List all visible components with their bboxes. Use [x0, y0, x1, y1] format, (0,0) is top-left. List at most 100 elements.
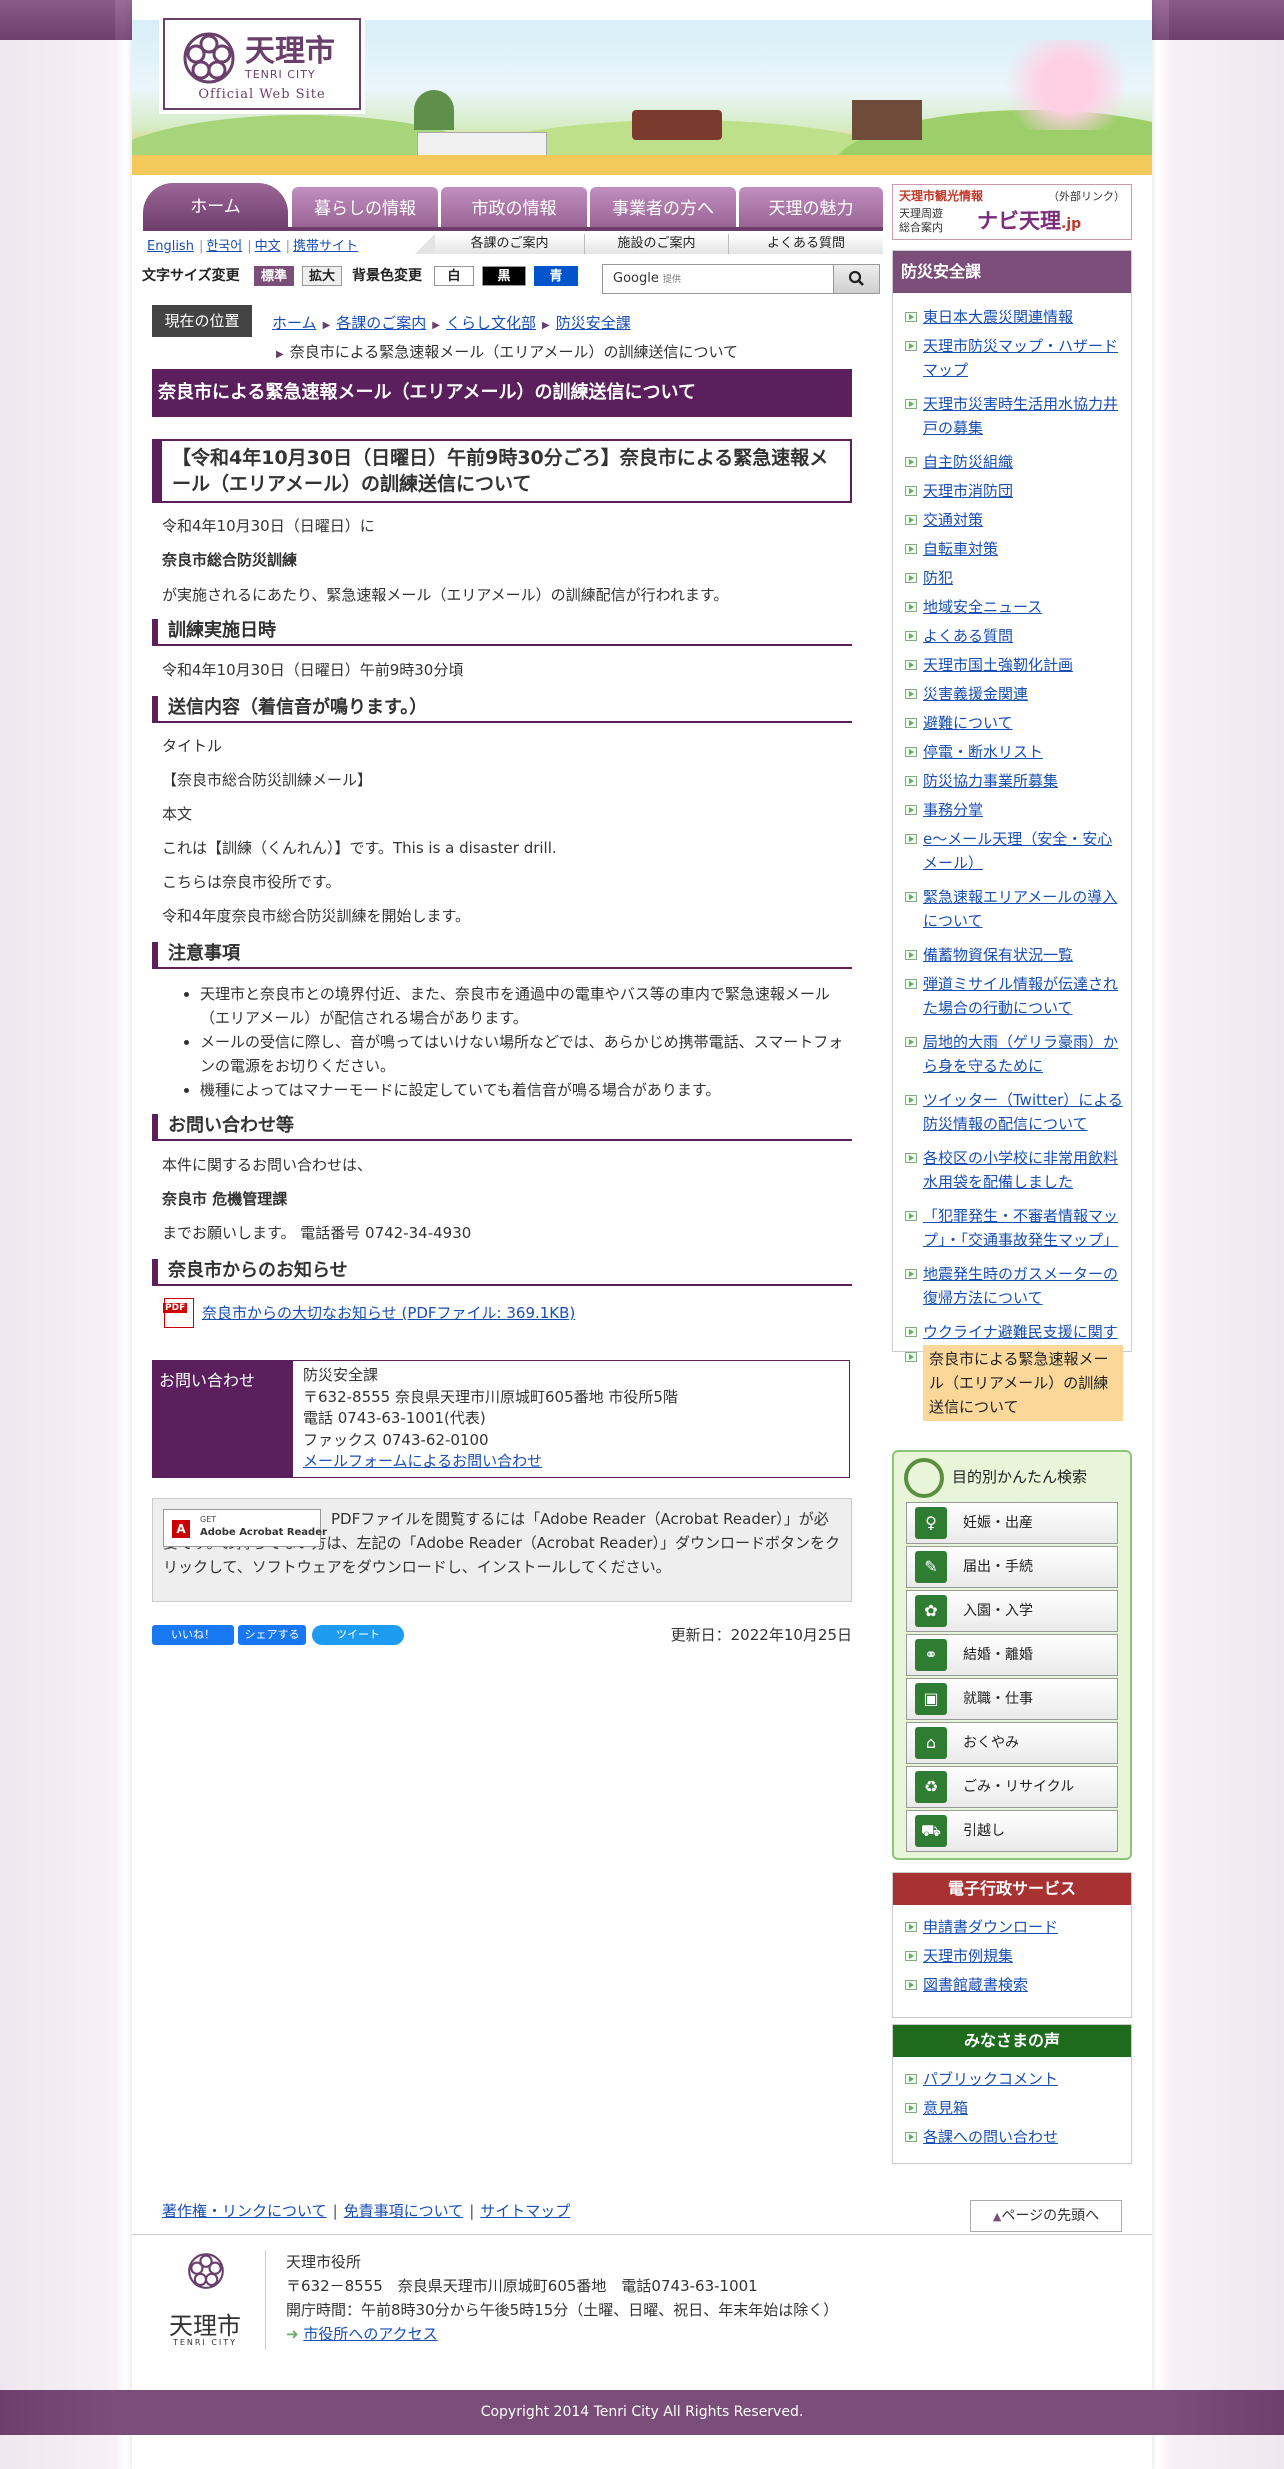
pdf-link[interactable]: 奈良市からの大切なお知らせ (PDFファイル: 369.1KB) — [202, 1302, 575, 1323]
sidebar-item-link[interactable]: よくある質問 — [923, 627, 1013, 645]
egov-link[interactable]: 天理市例規集 — [923, 1947, 1013, 1965]
purpose-item[interactable]: ♀ 妊娠・出産 — [906, 1502, 1118, 1544]
purpose-item[interactable]: ✿ 入園・入学 — [906, 1590, 1118, 1632]
tweet-button[interactable]: ツイート — [312, 1625, 404, 1645]
tourism-banner[interactable]: 天理市観光情報 （外部リンク） 天理周遊 総合案内 ナビ天理.jp — [892, 184, 1132, 240]
voice-item[interactable]: 意見箱 — [901, 2096, 1123, 2120]
sidebar-item[interactable]: 天理市災害時生活用水協力井戸の募集 — [901, 392, 1123, 440]
sidebar-item-link[interactable]: 天理市国土強靭化計画 — [923, 656, 1073, 674]
footer-copyright-link[interactable]: 著作権・リンクについて — [162, 2202, 327, 2220]
footer-sitemap-link[interactable]: サイトマップ — [480, 2202, 570, 2220]
footer-access-link[interactable]: 市役所へのアクセス — [303, 2325, 437, 2343]
crumb-home[interactable]: ホーム — [272, 314, 317, 332]
sidebar-item[interactable]: 災害義援金関連 — [901, 682, 1123, 706]
sidebar-item-link[interactable]: 弾道ミサイル情報が伝達された場合の行動について — [923, 975, 1118, 1017]
sidebar-item-link[interactable]: 地域安全ニュース — [923, 598, 1042, 616]
voice-item[interactable]: 各課への問い合わせ — [901, 2125, 1123, 2149]
sidebar-item[interactable]: ツイッター（Twitter）による防災情報の配信について — [901, 1088, 1123, 1136]
sidebar-item-link[interactable]: 天理市防災マップ・ハザードマップ — [923, 337, 1118, 379]
lang-chinese[interactable]: 中文 — [255, 239, 281, 254]
lang-english[interactable]: English — [147, 239, 194, 254]
sidebar-item-link[interactable]: 地震発生時のガスメーターの復帰方法について — [923, 1265, 1118, 1307]
site-search[interactable]: Google 提供 — [602, 264, 880, 294]
facebook-like-button[interactable]: いいね！ — [152, 1625, 234, 1645]
egov-item[interactable]: 申請書ダウンロード — [901, 1915, 1123, 1939]
sidebar-item[interactable]: 各校区の小学校に非常用飲料水用袋を配備しました — [901, 1146, 1123, 1194]
sidebar-item[interactable]: 天理市消防団 — [901, 479, 1123, 503]
sidebar-item[interactable]: 事務分掌 — [901, 798, 1123, 822]
nav-charm[interactable]: 天理の魅力 — [739, 187, 883, 231]
sidebar-item[interactable]: 防災協力事業所募集 — [901, 769, 1123, 793]
purpose-item[interactable]: ⚭ 結婚・離婚 — [906, 1634, 1118, 1676]
sidebar-item-link[interactable]: 東日本大震災関連情報 — [923, 308, 1073, 326]
lang-korean[interactable]: 한국어 — [206, 239, 242, 254]
voice-link[interactable]: パブリックコメント — [923, 2070, 1058, 2088]
bg-white-button[interactable]: 白 — [434, 266, 474, 286]
egov-item[interactable]: 図書館蔵書検索 — [901, 1973, 1123, 1997]
sidebar-item-link[interactable]: 天理市災害時生活用水協力井戸の募集 — [923, 395, 1118, 437]
sidebar-item[interactable]: 東日本大震災関連情報 — [901, 305, 1123, 329]
subnav-facilities[interactable]: 施設のご案内 — [585, 234, 729, 254]
crumb-culture[interactable]: くらし文化部 — [446, 314, 536, 332]
sidebar-item[interactable]: 局地的大雨（ゲリラ豪雨）から身を守るために — [901, 1030, 1123, 1078]
nav-home[interactable]: ホーム — [143, 183, 288, 231]
sidebar-item[interactable]: 緊急速報エリアメールの導入について — [901, 885, 1123, 933]
sidebar-item-link[interactable]: ツイッター（Twitter）による防災情報の配信について — [923, 1091, 1123, 1133]
crumb-safety[interactable]: 防災安全課 — [556, 314, 631, 332]
sidebar-item[interactable]: 停電・断水リスト — [901, 740, 1123, 764]
nav-business[interactable]: 事業者の方へ — [590, 187, 736, 231]
egov-item[interactable]: 天理市例規集 — [901, 1944, 1123, 1968]
sidebar-item[interactable]: 防犯 — [901, 566, 1123, 590]
sidebar-item[interactable]: 備蓄物資保有状況一覧 — [901, 943, 1123, 967]
subnav-departments[interactable]: 各課のご案内 — [435, 234, 585, 254]
nav-city[interactable]: 市政の情報 — [441, 187, 587, 231]
sidebar-item-link[interactable]: 局地的大雨（ゲリラ豪雨）から身を守るために — [923, 1033, 1118, 1075]
voice-link[interactable]: 意見箱 — [923, 2099, 968, 2117]
sidebar-item-link[interactable]: e～メール天理（安全・安心メール） — [923, 830, 1112, 872]
purpose-item[interactable]: ▣ 就職・仕事 — [906, 1678, 1118, 1720]
search-button[interactable] — [833, 265, 879, 293]
sidebar-item-link[interactable]: 天理市消防団 — [923, 482, 1013, 500]
sidebar-item[interactable]: 天理市国土強靭化計画 — [901, 653, 1123, 677]
sidebar-item[interactable]: 交通対策 — [901, 508, 1123, 532]
voice-item[interactable]: パブリックコメント — [901, 2067, 1123, 2091]
sidebar-item-link[interactable]: 交通対策 — [923, 511, 983, 529]
bg-black-button[interactable]: 黒 — [482, 266, 526, 286]
sidebar-item[interactable]: 避難について — [901, 711, 1123, 735]
sidebar-item[interactable]: 弾道ミサイル情報が伝達された場合の行動について — [901, 972, 1123, 1020]
sidebar-item-link[interactable]: 「犯罪発生・不審者情報マップ」・「交通事故発生マップ」 — [923, 1207, 1118, 1249]
sidebar-item-link[interactable]: 防犯 — [923, 569, 953, 587]
sidebar-item[interactable]: 自転車対策 — [901, 537, 1123, 561]
sidebar-item-link[interactable]: 避難について — [923, 714, 1013, 732]
sidebar-item[interactable]: e～メール天理（安全・安心メール） — [901, 827, 1123, 875]
purpose-item[interactable]: ♻ ごみ・リサイクル — [906, 1766, 1118, 1808]
nav-living[interactable]: 暮らしの情報 — [292, 187, 438, 231]
sidebar-item[interactable]: 地域安全ニュース — [901, 595, 1123, 619]
sidebar-item-link[interactable]: 緊急速報エリアメールの導入について — [923, 888, 1117, 930]
site-logo[interactable]: 天理市 TENRI CITY Official Web Site — [163, 18, 361, 110]
facebook-share-button[interactable]: シェアする — [238, 1625, 306, 1645]
voice-link[interactable]: 各課への問い合わせ — [923, 2128, 1058, 2146]
purpose-item[interactable]: ⌂ おくやみ — [906, 1722, 1118, 1764]
sidebar-item-link[interactable]: 事務分掌 — [923, 801, 983, 819]
footer-disclaimer-link[interactable]: 免責事項について — [344, 2202, 464, 2220]
mobile-site[interactable]: 携帯サイト — [293, 239, 358, 254]
sidebar-item[interactable]: 自主防災組織 — [901, 450, 1123, 474]
sidebar-item[interactable]: 「犯罪発生・不審者情報マップ」・「交通事故発生マップ」 — [901, 1204, 1123, 1252]
egov-link[interactable]: 申請書ダウンロード — [923, 1918, 1058, 1936]
sidebar-item-link[interactable]: 自転車対策 — [923, 540, 998, 558]
adobe-download-button[interactable]: A GET Adobe Acrobat Reader — [163, 1509, 327, 1547]
sidebar-item-link[interactable]: 災害義援金関連 — [923, 685, 1028, 703]
sidebar-item[interactable]: よくある質問 — [901, 624, 1123, 648]
purpose-item[interactable]: ✎ 届出・手続 — [906, 1546, 1118, 1588]
contact-form-link[interactable]: メールフォームによるお問い合わせ — [303, 1452, 542, 1470]
bg-blue-button[interactable]: 青 — [534, 266, 578, 286]
purpose-item[interactable]: ⛟ 引越し — [906, 1810, 1118, 1852]
sidebar-item-link[interactable]: 自主防災組織 — [923, 453, 1013, 471]
back-to-top-button[interactable]: ▲ページの先頭へ — [970, 2200, 1122, 2232]
sidebar-item-link[interactable]: 防災協力事業所募集 — [923, 772, 1058, 790]
sidebar-item-link[interactable]: 各校区の小学校に非常用飲料水用袋を配備しました — [923, 1149, 1118, 1191]
font-large-button[interactable]: 拡大 — [302, 266, 342, 286]
sidebar-item-link[interactable]: 停電・断水リスト — [923, 743, 1043, 761]
sidebar-item-link[interactable]: 備蓄物資保有状況一覧 — [923, 946, 1073, 964]
